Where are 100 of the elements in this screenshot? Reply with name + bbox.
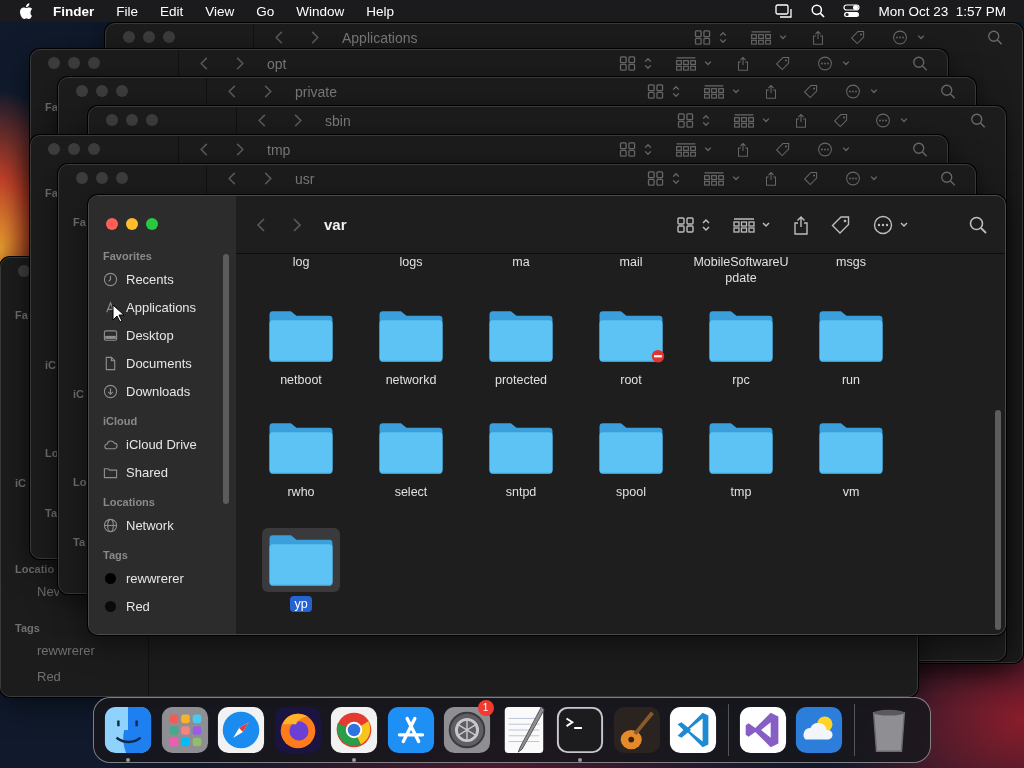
forward-icon[interactable] bbox=[263, 171, 273, 186]
group-button[interactable] bbox=[733, 216, 771, 233]
back-icon[interactable] bbox=[199, 56, 209, 71]
forward-icon[interactable] bbox=[263, 84, 273, 99]
view-mode-button[interactable] bbox=[677, 216, 711, 233]
terminal-icon[interactable] bbox=[555, 705, 606, 755]
app-menu[interactable]: Finder bbox=[53, 3, 95, 19]
sidebar-item[interactable]: Network bbox=[126, 517, 174, 533]
file-name[interactable]: yp bbox=[290, 596, 312, 612]
file-name[interactable]: MobileSoftwareUpdate bbox=[686, 254, 796, 286]
screen-mirroring-icon[interactable] bbox=[775, 3, 794, 19]
sidebar-item[interactable]: Red bbox=[126, 598, 150, 614]
menu-item[interactable]: Help bbox=[366, 3, 395, 19]
search-icon bbox=[911, 56, 929, 71]
file-name[interactable]: networkd bbox=[381, 372, 441, 388]
grid-view-icon bbox=[694, 30, 712, 45]
sidebar-item[interactable]: iCloud Drive bbox=[126, 436, 197, 452]
up-down-chevron-icon bbox=[701, 216, 711, 233]
group-grid-icon bbox=[733, 216, 755, 233]
sidebar-item[interactable]: Applications bbox=[126, 299, 197, 315]
a-glyph-icon[interactable] bbox=[385, 705, 436, 755]
share-icon bbox=[793, 113, 809, 128]
sidebar-item[interactable]: Shared bbox=[126, 464, 168, 480]
sidebar-heading: Fa bbox=[45, 100, 58, 114]
sidebar-heading: Fa bbox=[15, 307, 28, 322]
wheel-icon[interactable] bbox=[329, 705, 380, 755]
sidebar-item[interactable]: Downloads bbox=[126, 383, 191, 399]
sidebar-item[interactable]: Documents bbox=[126, 355, 192, 371]
file-name[interactable]: rwho bbox=[283, 484, 319, 500]
file-name[interactable]: netboot bbox=[276, 372, 326, 388]
search-button[interactable] bbox=[969, 215, 987, 234]
menu-item[interactable]: File bbox=[116, 3, 139, 19]
file-name[interactable]: rpc bbox=[728, 372, 754, 388]
forward-icon[interactable] bbox=[235, 56, 245, 71]
compass-icon[interactable] bbox=[216, 705, 267, 755]
flame-globe-icon[interactable] bbox=[272, 705, 323, 755]
sidebar-heading: iC bbox=[15, 476, 26, 491]
ribbon-icon[interactable] bbox=[737, 705, 788, 755]
file-name[interactable]: log bbox=[288, 254, 314, 270]
face-icon[interactable] bbox=[103, 705, 154, 755]
file-name[interactable]: vm bbox=[838, 484, 864, 500]
tag-button[interactable] bbox=[831, 214, 851, 235]
clock[interactable]: Mon Oct 23 1:57 PM bbox=[878, 3, 1006, 19]
group-grid-icon bbox=[703, 84, 725, 99]
menu-item[interactable]: View bbox=[205, 3, 235, 19]
forward-icon[interactable] bbox=[292, 216, 302, 233]
more-button[interactable] bbox=[873, 214, 909, 235]
back-icon[interactable] bbox=[274, 30, 284, 45]
file-name[interactable]: logs bbox=[395, 254, 427, 270]
document-icon bbox=[103, 355, 118, 371]
pointer-cursor-icon bbox=[112, 304, 125, 323]
sidebar-heading: Fa bbox=[45, 186, 58, 200]
group-grid-icon bbox=[750, 30, 772, 45]
back-icon[interactable] bbox=[227, 171, 237, 186]
more-icon bbox=[873, 113, 893, 128]
up-down-chevron-icon bbox=[671, 84, 681, 99]
guitar-icon[interactable] bbox=[611, 705, 662, 755]
group-grid-icon bbox=[675, 142, 697, 157]
back-icon[interactable] bbox=[227, 84, 237, 99]
ribbon-icon[interactable] bbox=[668, 705, 719, 755]
file-name[interactable]: tmp bbox=[726, 484, 756, 500]
file-name[interactable]: msgs bbox=[832, 254, 870, 270]
zoom-button[interactable] bbox=[146, 218, 158, 230]
menu-item[interactable]: Window bbox=[296, 3, 345, 19]
more-icon bbox=[890, 30, 910, 45]
forward-icon[interactable] bbox=[310, 30, 320, 45]
minimize-button[interactable] bbox=[126, 218, 138, 230]
sidebar-item[interactable]: rewwrerer bbox=[126, 570, 184, 586]
menu-item[interactable]: Go bbox=[256, 3, 275, 19]
folder-icon[interactable] bbox=[262, 528, 340, 592]
control-center-icon[interactable] bbox=[843, 4, 861, 18]
file-name[interactable]: spool bbox=[612, 484, 650, 500]
file-name[interactable]: root bbox=[616, 372, 646, 388]
file-name[interactable]: sntpd bbox=[501, 484, 541, 500]
file-name[interactable]: mail bbox=[615, 254, 647, 270]
scrollbar-thumb[interactable] bbox=[995, 410, 1001, 630]
file-name[interactable]: select bbox=[390, 484, 432, 500]
cloud-sun-icon[interactable] bbox=[794, 705, 845, 755]
scrollbar-thumb[interactable] bbox=[223, 254, 229, 504]
sidebar-item[interactable]: Recents bbox=[126, 271, 174, 287]
search-icon bbox=[969, 113, 987, 128]
file-name[interactable]: ma bbox=[508, 254, 534, 270]
gear-icon[interactable] bbox=[442, 705, 493, 755]
up-down-chevron-icon bbox=[718, 30, 728, 45]
forward-icon[interactable] bbox=[293, 113, 303, 128]
app-grid-icon[interactable] bbox=[159, 705, 210, 755]
file-name[interactable]: run bbox=[837, 372, 865, 388]
forward-icon[interactable] bbox=[235, 142, 245, 157]
menu-item[interactable]: Edit bbox=[160, 3, 184, 19]
sidebar-item[interactable]: Desktop bbox=[126, 327, 174, 343]
back-icon[interactable] bbox=[257, 113, 267, 128]
share-button[interactable] bbox=[793, 214, 809, 235]
back-icon[interactable] bbox=[256, 216, 266, 233]
more-icon bbox=[873, 214, 893, 235]
search-icon[interactable] bbox=[811, 4, 826, 18]
close-button[interactable] bbox=[106, 218, 118, 230]
group-grid-icon bbox=[675, 56, 697, 71]
back-icon[interactable] bbox=[199, 142, 209, 157]
file-name[interactable]: protected bbox=[490, 372, 552, 388]
apple-logo-icon[interactable] bbox=[19, 2, 33, 20]
